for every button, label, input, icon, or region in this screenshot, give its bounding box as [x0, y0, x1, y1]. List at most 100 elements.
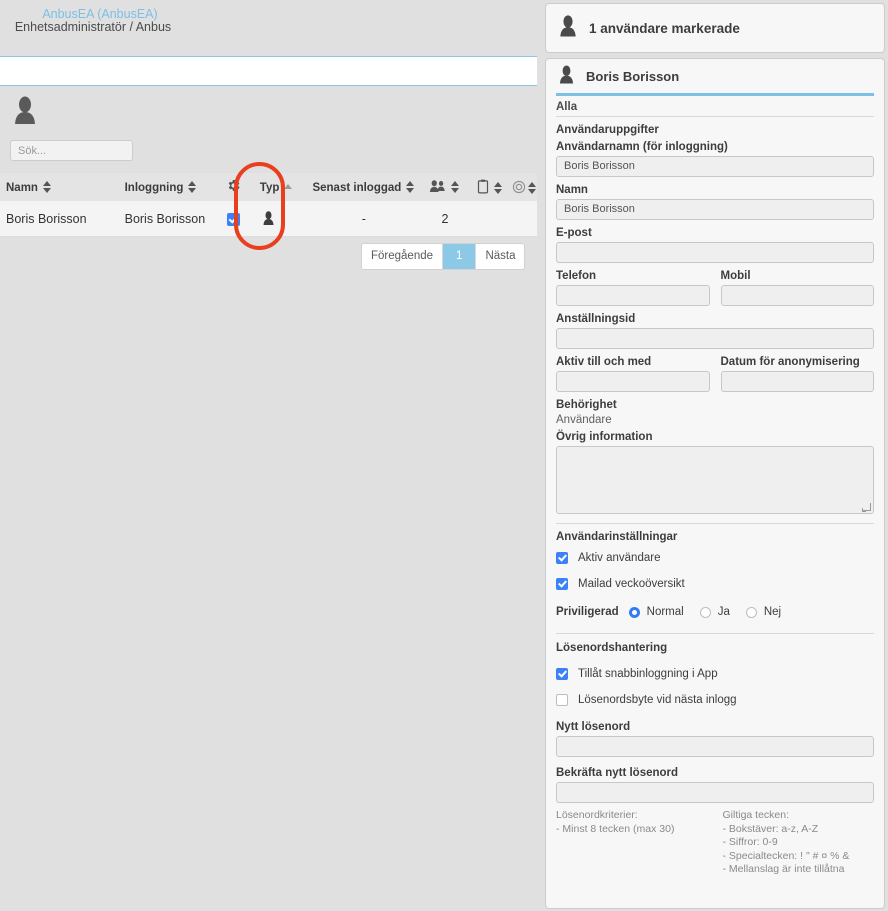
radio-normal[interactable]: [628, 606, 640, 618]
person-icon: [12, 96, 38, 126]
column-header-users[interactable]: [421, 173, 469, 201]
sort-icon[interactable]: [451, 181, 460, 193]
label-priviligerad: Priviligerad: [556, 606, 619, 618]
user-detail-header: Boris Borisson: [546, 59, 884, 93]
radio-option-normal[interactable]: Normal: [628, 606, 684, 618]
input-name[interactable]: Boris Borisson: [556, 199, 874, 220]
search-input[interactable]: Sök...: [10, 140, 133, 161]
person-icon: [262, 210, 275, 227]
checkbox-losenordsbyte[interactable]: [556, 694, 568, 706]
radio-label: Ja: [717, 606, 730, 618]
checkbox-label: Mailad veckoöversikt: [578, 578, 685, 590]
password-help: Lösenordkriterier: - Minst 8 tecken (max…: [556, 809, 874, 877]
gear-icon[interactable]: [226, 180, 241, 196]
column-header-settings[interactable]: [213, 173, 254, 201]
sort-icon[interactable]: [527, 181, 537, 194]
radio-ja[interactable]: [699, 606, 711, 618]
column-header-namn[interactable]: Namn: [0, 173, 119, 201]
label-phone: Telefon: [556, 270, 597, 282]
valid-title: Giltiga tecken:: [722, 809, 790, 821]
table-header-row: Namn Inloggning Typ Senast inloggad: [0, 173, 537, 201]
detail-pane: 1 användare markerade Boris Borisson All…: [545, 0, 888, 911]
section-title-losenordshantering: Lösenordshantering: [556, 642, 668, 654]
label-name: Namn: [556, 184, 588, 196]
label-email: E-post: [556, 227, 592, 239]
section-title-anvandarinstallningar: Användarinställningar: [556, 531, 678, 543]
pagination-page-1[interactable]: 1: [443, 244, 477, 269]
column-header-typ[interactable]: Typ: [253, 173, 307, 201]
table-row[interactable]: Boris Borisson Boris Borisson - 2: [0, 201, 537, 237]
cell-target: [511, 201, 537, 237]
column-label: Namn: [6, 181, 38, 194]
column-header-senast-inloggad[interactable]: Senast inloggad: [306, 173, 422, 201]
label-permission: Behörighet: [556, 399, 617, 411]
pagination: Föregående 1 Nästa: [361, 243, 526, 270]
input-active-until[interactable]: [556, 371, 710, 392]
user-detail-card: Boris Borisson Alla Användaruppgifter An…: [545, 58, 885, 909]
checkbox-row-snabbinloggning[interactable]: Tillåt snabbinloggning i App: [556, 663, 874, 685]
person-icon: [558, 15, 578, 41]
selection-summary-card: 1 användare markerade: [545, 3, 885, 53]
users-icon[interactable]: [429, 180, 446, 194]
users-table: Namn Inloggning Typ Senast inloggad Bori…: [0, 173, 537, 237]
valid-line: - Bokstäver: a-z, A-Z: [722, 822, 819, 835]
row-checkbox-checked[interactable]: [227, 212, 241, 226]
column-header-inloggning[interactable]: Inloggning: [118, 173, 214, 201]
radio-option-nej[interactable]: Nej: [745, 606, 782, 618]
tab-alla[interactable]: Alla: [556, 101, 874, 117]
sort-icon[interactable]: [188, 180, 197, 193]
cell-clipboard: [468, 201, 512, 237]
valid-line: - Mellanslag är inte tillåtna: [722, 863, 845, 875]
user-detail-name: Boris Borisson: [586, 68, 680, 84]
checkbox-row-aktiv-anvandare[interactable]: Aktiv användare: [556, 547, 874, 569]
input-phone[interactable]: [556, 285, 710, 306]
clipboard-icon[interactable]: [477, 179, 489, 195]
label-employment-id: Anställningsid: [556, 313, 636, 325]
column-header-clipboard[interactable]: [468, 173, 512, 201]
sort-icon-asc[interactable]: [284, 181, 293, 193]
criteria-title: Lösenordkriterier:: [556, 809, 638, 821]
radio-nej[interactable]: [745, 606, 757, 618]
cell-antal: 2: [421, 201, 469, 237]
person-icon: [558, 65, 575, 88]
radio-label: Normal: [646, 606, 684, 618]
cell-typ: [253, 201, 307, 237]
checkbox-snabbinloggning[interactable]: [556, 668, 568, 680]
cell-senast-inloggad: -: [306, 201, 422, 237]
input-username[interactable]: Boris Borisson: [556, 156, 874, 177]
radio-option-ja[interactable]: Ja: [699, 606, 730, 618]
checkbox-mailad-veckooversikt[interactable]: [556, 578, 568, 590]
textarea-other-info[interactable]: [556, 446, 874, 514]
label-active-until: Aktiv till och med: [556, 356, 652, 368]
label-confirm-password: Bekräfta nytt lösenord: [556, 767, 679, 779]
column-label: Typ: [259, 181, 280, 194]
section-title-anvandaruppgifter: Användaruppgifter: [556, 124, 659, 136]
input-new-password[interactable]: [556, 736, 874, 757]
sort-icon[interactable]: [406, 180, 415, 193]
target-icon[interactable]: [512, 180, 526, 195]
checkbox-row-losenordsbyte[interactable]: Lösenordsbyte vid nästa inlogg: [556, 689, 874, 711]
checkbox-aktiv-anvandare[interactable]: [556, 552, 568, 564]
toolbar-bar: [0, 56, 537, 86]
input-employment-id[interactable]: [556, 328, 874, 349]
input-mobile[interactable]: [720, 285, 874, 306]
column-label: Inloggning: [124, 181, 184, 194]
sort-icon[interactable]: [42, 180, 52, 193]
password-section: Lösenordshantering Tillåt snabbinloggnin…: [556, 634, 874, 803]
cell-select-checkbox[interactable]: [213, 201, 254, 237]
radio-label: Nej: [763, 606, 782, 618]
breadcrumb: AnbusEA (AnbusEA) Enhetsadministratör / …: [0, 0, 537, 56]
column-header-target[interactable]: [511, 173, 537, 201]
user-list-pane: AnbusEA (AnbusEA) Enhetsadministratör / …: [0, 0, 537, 911]
valid-line: - Specialtecken: ! " # ¤ % &: [722, 849, 850, 862]
input-confirm-password[interactable]: [556, 782, 874, 803]
app-root: AnbusEA (AnbusEA) Enhetsadministratör / …: [0, 0, 888, 911]
input-anonymization-date[interactable]: [720, 371, 874, 392]
pagination-previous[interactable]: Föregående: [362, 244, 444, 269]
input-email[interactable]: [556, 242, 874, 263]
checkbox-row-mailad-veckooversikt[interactable]: Mailad veckoöversikt: [556, 573, 874, 595]
pagination-next[interactable]: Nästa: [476, 244, 525, 269]
breadcrumb-org[interactable]: AnbusEA (AnbusEA): [0, 7, 200, 21]
sort-icon[interactable]: [493, 182, 503, 194]
checkbox-label: Aktiv användare: [578, 552, 661, 564]
